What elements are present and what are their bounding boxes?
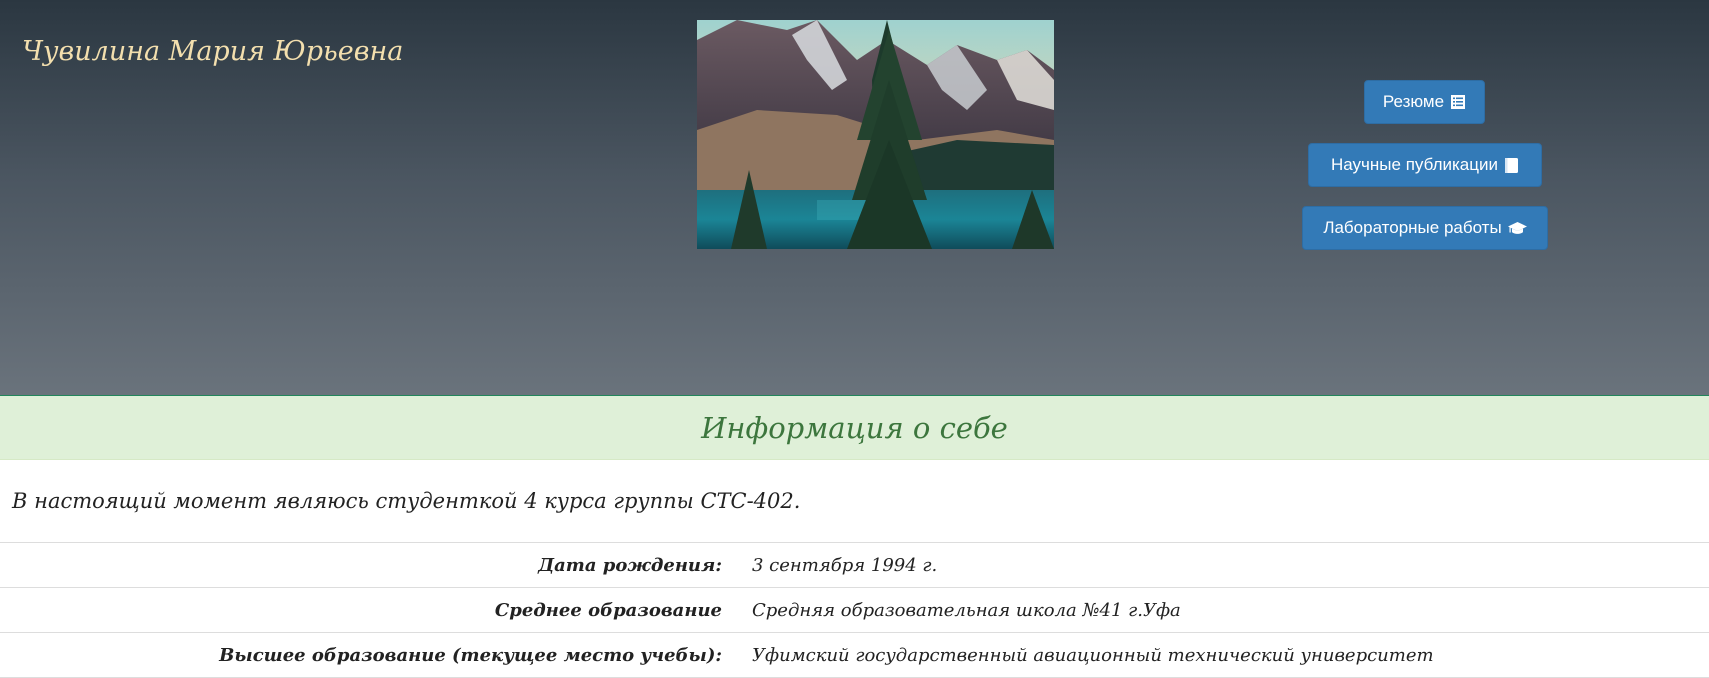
mountain-lake-photo [697, 20, 1054, 249]
info-row-higher-education: Высшее образование (текущее место учебы)… [0, 633, 1709, 678]
info-row-label: Высшее образование (текущее место учебы)… [219, 644, 722, 666]
list-alt-icon [1450, 94, 1466, 110]
about-section-header: Информация о себе [0, 396, 1709, 460]
person-name: Чувилина Мария Юрьевна [22, 36, 404, 67]
publications-button[interactable]: Научные публикации [1308, 143, 1542, 187]
info-row-label: Дата рождения: [538, 554, 722, 576]
publications-button-label: Научные публикации [1331, 155, 1498, 174]
info-row-value: Уфимский государственный авиационный тех… [752, 644, 1434, 666]
lab-works-button-label: Лабораторные работы [1323, 218, 1502, 237]
graduation-cap-icon [1507, 221, 1527, 236]
about-intro-text: В настоящий момент являюсь студенткой 4 … [0, 460, 1709, 543]
info-row-secondary-education: Среднее образование Средняя образователь… [0, 588, 1709, 633]
lab-works-button[interactable]: Лабораторные работы [1302, 206, 1548, 250]
info-row-birthdate: Дата рождения: 3 сентября 1994 г. [0, 543, 1709, 588]
info-row-label: Среднее образование [494, 599, 722, 621]
page-header: Чувилина Мария Юрьевна Резюме Научные пу… [0, 0, 1709, 396]
info-row-value: 3 сентября 1994 г. [752, 554, 938, 576]
book-icon [1504, 157, 1519, 174]
info-row-value: Средняя образовательная школа №41 г.Уфа [752, 599, 1181, 621]
resume-button[interactable]: Резюме [1364, 80, 1485, 124]
resume-button-label: Резюме [1382, 92, 1445, 111]
